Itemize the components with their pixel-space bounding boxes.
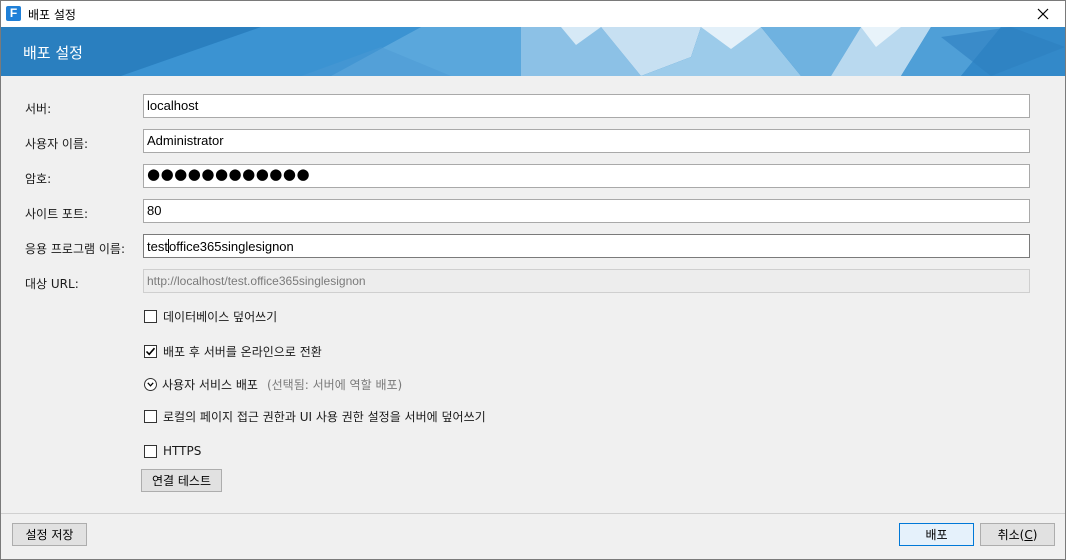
server-label: 서버: — [25, 102, 52, 116]
cancel-label-prefix: 취소( — [997, 528, 1025, 542]
overwrite-permissions-option[interactable]: 로컬의 페이지 접근 권한과 UI 사용 권한 설정을 서버에 덮어쓰기 — [144, 408, 486, 424]
app-name-value-start: test — [147, 239, 168, 254]
app-name-label: 응용 프로그램 이름: — [25, 242, 125, 256]
online-after-deploy-option[interactable]: 배포 후 서버를 온라인으로 전환 — [144, 343, 322, 359]
cancel-button[interactable]: 취소(C) — [980, 523, 1055, 546]
user-services-label: 사용자 서비스 배포 — [162, 377, 258, 392]
overwrite-permissions-label: 로컬의 페이지 접근 권한과 UI 사용 권한 설정을 서버에 덮어쓰기 — [163, 409, 486, 424]
password-input[interactable]: ●●●●●●●●●●●● — [143, 164, 1030, 188]
username-label: 사용자 이름: — [25, 137, 89, 151]
user-services-option[interactable]: 사용자 서비스 배포 (선택됨: 서버에 역할 배포) — [144, 376, 402, 392]
overwrite-permissions-checkbox[interactable] — [144, 409, 157, 423]
target-url-input: http://localhost/test.office365singlesig… — [143, 269, 1030, 293]
title-bar: F 배포 설정 — [1, 1, 1065, 27]
test-connection-button[interactable]: 연결 테스트 — [141, 469, 222, 492]
dialog-footer: 설정 저장 배포 취소(C) — [1, 514, 1065, 559]
deploy-form: 서버: localhost 사용자 이름: Administrator 암호: … — [1, 76, 1065, 513]
https-option[interactable]: HTTPS — [144, 443, 201, 459]
window-title: 배포 설정 — [28, 8, 76, 22]
site-port-label: 사이트 포트: — [25, 207, 89, 221]
overwrite-db-option[interactable]: 데이터베이스 덮어쓰기 — [144, 308, 277, 324]
server-input[interactable]: localhost — [143, 94, 1030, 118]
user-services-expander[interactable] — [144, 377, 157, 391]
banner-title: 배포 설정 — [23, 44, 83, 62]
target-url-label: 대상 URL: — [25, 277, 79, 291]
password-label: 암호: — [25, 172, 52, 186]
overwrite-db-checkbox[interactable] — [144, 309, 157, 323]
checkmark-icon — [145, 347, 156, 355]
app-logo-icon: F — [6, 6, 21, 21]
chevron-down-icon — [147, 381, 154, 387]
deploy-button[interactable]: 배포 — [899, 523, 974, 546]
deploy-settings-dialog: F 배포 설정 배포 설정 서버: localhost 사용자 이름: Admi… — [0, 0, 1066, 560]
online-after-deploy-checkbox[interactable] — [144, 344, 157, 358]
app-name-input[interactable]: testoffice365singlesignon — [143, 234, 1030, 258]
site-port-input[interactable]: 80 — [143, 199, 1030, 223]
cancel-label-suffix: ) — [1032, 527, 1038, 542]
banner-polygon-pattern — [1, 27, 1065, 76]
overwrite-db-label: 데이터베이스 덮어쓰기 — [163, 309, 278, 324]
https-checkbox[interactable] — [144, 444, 157, 458]
username-input[interactable]: Administrator — [143, 129, 1030, 153]
save-settings-button[interactable]: 설정 저장 — [12, 523, 87, 546]
https-label: HTTPS — [163, 444, 202, 458]
header-banner: 배포 설정 — [1, 27, 1065, 76]
user-services-hint: (선택됨: 서버에 역할 배포) — [266, 377, 403, 392]
app-name-value-end: office365singlesignon — [168, 239, 294, 254]
close-button[interactable] — [1021, 1, 1065, 27]
online-after-deploy-label: 배포 후 서버를 온라인으로 전환 — [163, 344, 322, 359]
close-icon — [1037, 8, 1049, 20]
cancel-mnemonic: C — [1024, 527, 1033, 542]
